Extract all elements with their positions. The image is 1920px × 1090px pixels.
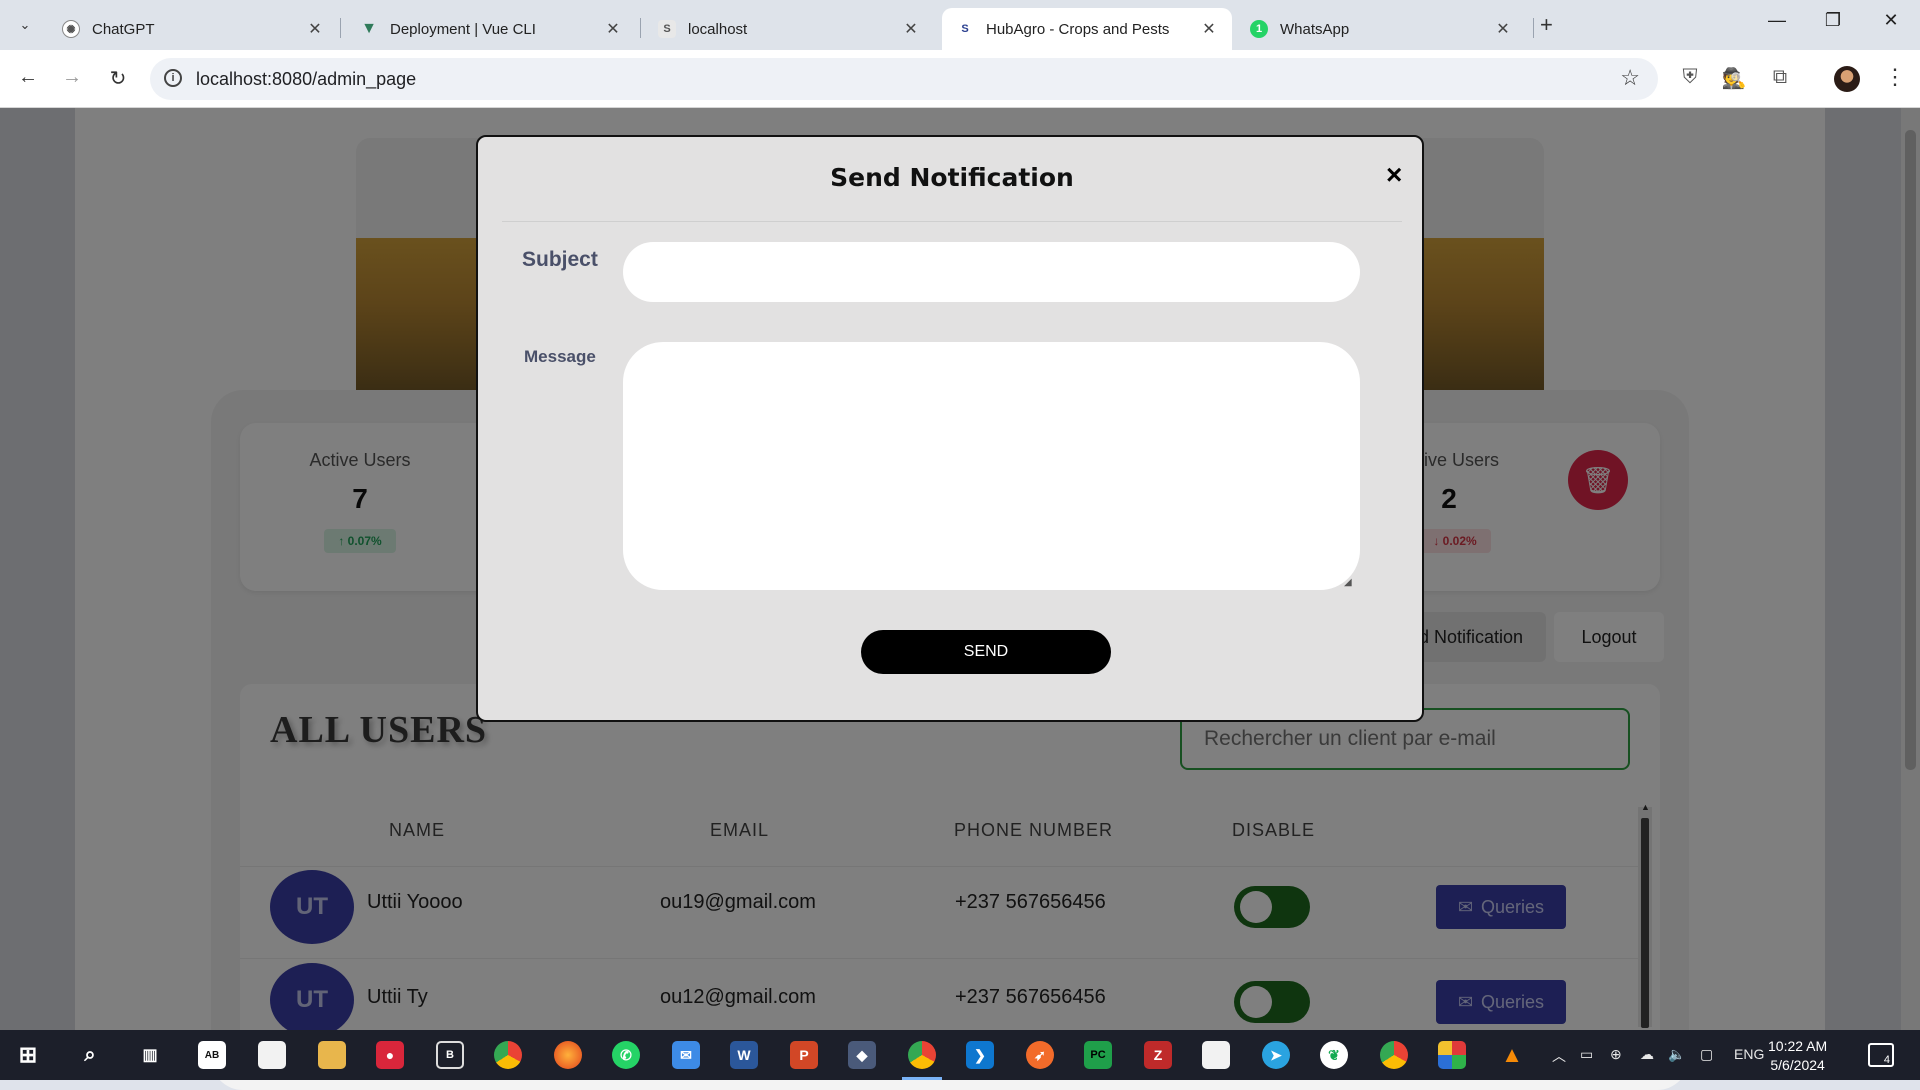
reload-icon[interactable]: ↻ (104, 66, 132, 91)
url-text[interactable]: localhost:8080/admin_page (196, 69, 416, 90)
tab-whatsapp[interactable]: 1 WhatsApp ✕ (1236, 8, 1526, 50)
notification-center-icon[interactable]: 4 (1868, 1043, 1894, 1067)
restore-icon[interactable]: ❐ (1818, 10, 1848, 31)
modal-title: Send Notification (830, 163, 1074, 192)
app-icon[interactable] (1438, 1041, 1466, 1069)
tab-localhost[interactable]: S localhost ✕ (644, 8, 934, 50)
app-icon[interactable]: ◆ (848, 1041, 876, 1069)
file-icon[interactable] (1202, 1041, 1230, 1069)
app-icon[interactable]: B (436, 1041, 464, 1069)
resize-handle-icon[interactable]: ◢ (1344, 577, 1352, 588)
tab-close-icon[interactable]: ✕ (604, 19, 622, 39)
globe-icon[interactable]: ⊕ (1610, 1046, 1622, 1063)
minimize-icon[interactable]: — (1762, 10, 1792, 31)
profile-avatar[interactable] (1834, 66, 1860, 92)
tab-title: ChatGPT (92, 20, 155, 38)
vlc-icon[interactable]: ▲ (1498, 1041, 1526, 1069)
tab-close-icon[interactable]: ✕ (902, 19, 920, 39)
mail-icon[interactable]: ✉ (672, 1041, 700, 1069)
whatsapp-icon[interactable]: ✆ (612, 1041, 640, 1069)
windows-taskbar: ⊞ ⌕ ▥ AB ● B ✆ ✉ W P ◆ ❯ ➶ PC Z ➤ ❦ ▲ ︿ … (0, 1030, 1920, 1080)
chatgpt-favicon-icon: ✺ (62, 20, 80, 38)
tab-close-icon[interactable]: ✕ (306, 19, 324, 39)
cloud-icon[interactable]: ☁ (1640, 1046, 1654, 1063)
tab-divider (640, 18, 641, 38)
close-icon[interactable]: × (1386, 159, 1402, 191)
tab-divider (340, 18, 341, 38)
firefox-icon[interactable] (554, 1041, 582, 1069)
file-icon[interactable] (258, 1041, 286, 1069)
forward-icon[interactable]: → (58, 66, 86, 89)
site-info-icon[interactable]: i (164, 69, 182, 87)
tray-chevron-icon[interactable]: ︿ (1552, 1046, 1566, 1066)
tab-title: WhatsApp (1280, 20, 1350, 38)
app-icon[interactable]: AB (198, 1041, 226, 1069)
bookmark-star-icon[interactable]: ☆ (1620, 65, 1640, 91)
subject-input[interactable] (623, 242, 1360, 302)
browser-tab-bar: ⌄ ✺ ChatGPT ✕ ▼ Deployment | Vue CLI ✕ S… (0, 0, 1920, 50)
spy-extension-icon[interactable]: 🕵 (1720, 66, 1748, 91)
send-button[interactable]: SEND (861, 630, 1111, 674)
clock-date: 5/6/2024 (1770, 1057, 1825, 1073)
filezilla-icon[interactable]: Z (1144, 1041, 1172, 1069)
tab-hubagro[interactable]: S HubAgro - Crops and Pests ✕ (942, 8, 1232, 50)
tab-title: HubAgro - Crops and Pests (986, 20, 1170, 38)
tab-title: Deployment | Vue CLI (390, 20, 536, 38)
postman-icon[interactable]: ➶ (1026, 1041, 1054, 1069)
message-label: Message (524, 347, 596, 366)
file-explorer-icon[interactable] (318, 1041, 346, 1069)
tab-title: localhost (688, 20, 748, 38)
chrome-icon[interactable] (494, 1041, 522, 1069)
puzzle-extensions-icon[interactable]: ⧉ (1766, 66, 1794, 89)
tab-vue-cli[interactable]: ▼ Deployment | Vue CLI ✕ (346, 8, 636, 50)
word-icon[interactable]: W (730, 1041, 758, 1069)
telegram-icon[interactable]: ➤ (1262, 1041, 1290, 1069)
whatsapp-favicon-icon: 1 (1250, 20, 1268, 38)
language-indicator[interactable]: ENG (1734, 1046, 1764, 1062)
tab-divider (1533, 18, 1534, 38)
send-notification-modal: Send Notification × Subject Message ◢ SE… (476, 135, 1424, 722)
pycharm-icon[interactable]: PC (1084, 1041, 1112, 1069)
modal-divider (502, 221, 1402, 222)
address-bar[interactable]: i localhost:8080/admin_page ☆ (150, 58, 1658, 100)
page-favicon-icon: S (956, 20, 974, 38)
vue-favicon-icon: ▼ (361, 20, 377, 37)
back-icon[interactable]: ← (14, 66, 42, 89)
tab-close-icon[interactable]: ✕ (1200, 19, 1218, 39)
mongodb-icon[interactable]: ❦ (1320, 1041, 1348, 1069)
chrome-icon[interactable] (908, 1041, 936, 1069)
browser-toolbar: ← → ↻ i localhost:8080/admin_page ☆ (0, 50, 1920, 108)
vscode-icon[interactable]: ❯ (966, 1041, 994, 1069)
new-tab-icon[interactable]: + (1540, 12, 1553, 38)
tab-search-icon[interactable]: ⌄ (12, 12, 38, 38)
volume-icon[interactable]: 🔈 (1668, 1046, 1685, 1063)
window-close-icon[interactable]: ✕ (1876, 10, 1906, 31)
display-icon[interactable]: ▢ (1700, 1046, 1713, 1063)
subject-label: Subject (522, 248, 598, 271)
clock-time: 10:22 AM (1768, 1038, 1828, 1054)
message-textarea[interactable] (623, 342, 1360, 590)
tab-chatgpt[interactable]: ✺ ChatGPT ✕ (48, 8, 338, 50)
recorder-icon[interactable]: ● (376, 1041, 404, 1069)
chrome-icon[interactable] (1380, 1041, 1408, 1069)
search-icon[interactable]: ⌕ (76, 1041, 104, 1069)
notification-count: 4 (1883, 1054, 1890, 1066)
powerpoint-icon[interactable]: P (790, 1041, 818, 1069)
battery-icon[interactable]: ▭ (1580, 1046, 1593, 1063)
browser-menu-icon[interactable]: ⋮ (1884, 64, 1906, 90)
tab-close-icon[interactable]: ✕ (1494, 19, 1512, 39)
shield-extension-icon[interactable]: ⛨ (1676, 66, 1704, 89)
clock[interactable]: 10:22 AM 5/6/2024 (1768, 1037, 1827, 1075)
windows-start-icon[interactable]: ⊞ (14, 1041, 42, 1069)
task-view-icon[interactable]: ▥ (136, 1041, 164, 1069)
page-favicon-icon: S (658, 20, 676, 38)
